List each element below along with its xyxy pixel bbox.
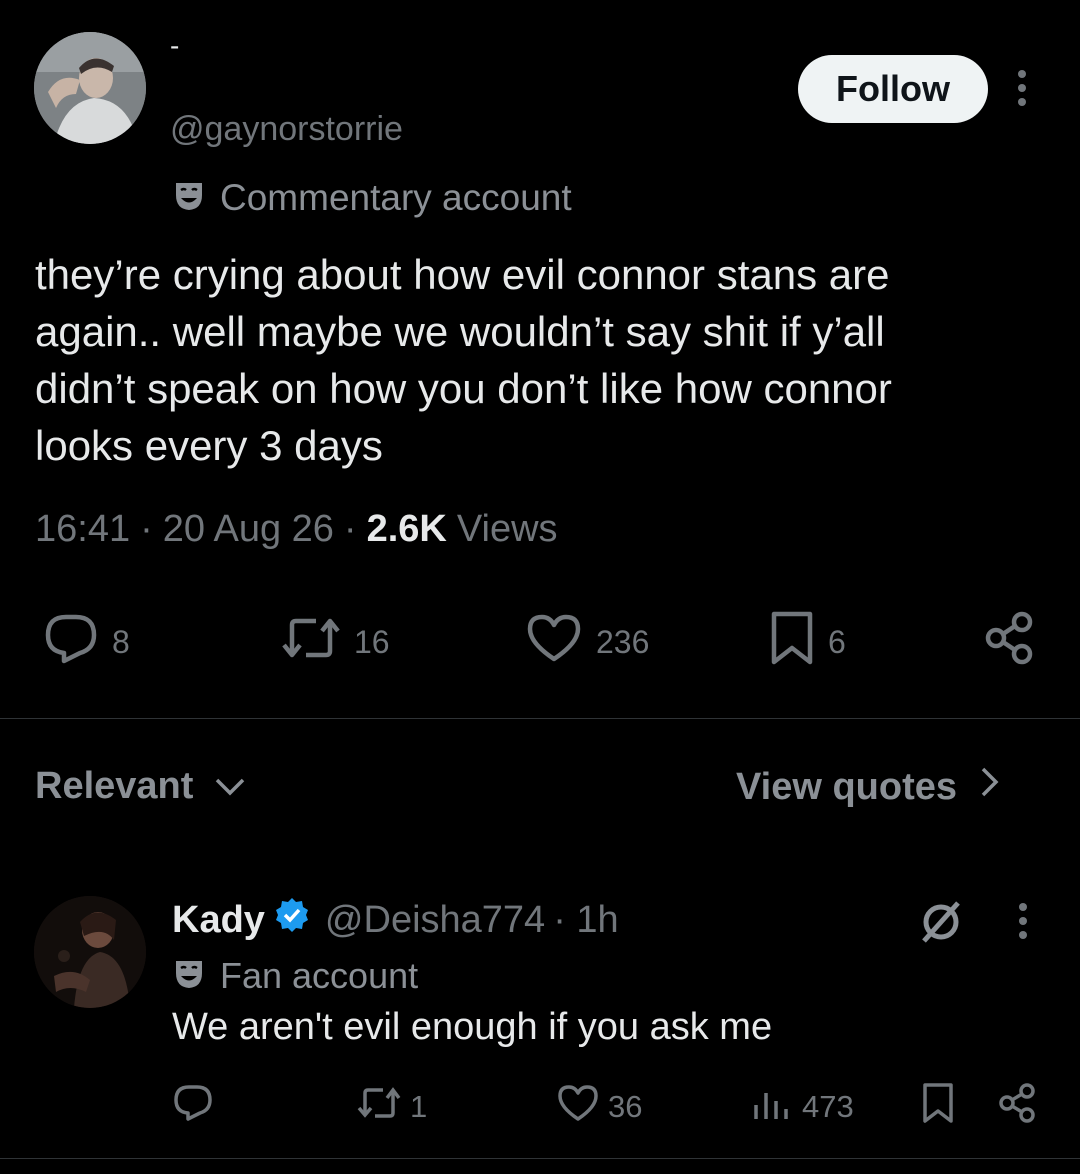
like-button[interactable]: 236	[524, 612, 649, 672]
like-icon	[524, 611, 584, 673]
account-label[interactable]: Commentary account	[172, 176, 572, 220]
repost-icon	[356, 1084, 402, 1130]
separator: ·	[343, 508, 357, 550]
verified-icon[interactable]	[273, 896, 311, 944]
sort-label: Relevant	[35, 765, 194, 807]
mask-icon	[172, 179, 206, 218]
reply-views-count: 473	[802, 1089, 854, 1124]
tweet-text-line: didn’t speak on how you don’t like how c…	[35, 365, 892, 412]
repost-count: 16	[354, 623, 390, 660]
share-button[interactable]	[982, 610, 1038, 674]
more-icon[interactable]	[1010, 900, 1036, 942]
separator: ·	[140, 508, 153, 550]
reply-text: We aren't evil enough if you ask me	[172, 1006, 773, 1048]
reply-handle[interactable]: @Deisha774	[325, 899, 545, 942]
like-count: 236	[596, 623, 650, 660]
reply-like-count: 36	[608, 1089, 643, 1124]
reply-account-label-text: Fan account	[220, 955, 419, 996]
sort-relevant-dropdown[interactable]: Relevant	[35, 765, 247, 808]
reply-icon	[172, 1083, 214, 1131]
like-icon	[556, 1083, 600, 1131]
repost-icon	[280, 613, 342, 671]
reply-account-label[interactable]: Fan account	[172, 954, 418, 998]
reply-count: 8	[112, 623, 130, 660]
views-icon	[750, 1083, 794, 1131]
reply-repost-button[interactable]: 1	[356, 1083, 427, 1131]
share-icon	[996, 1081, 1040, 1133]
follow-button[interactable]: Follow	[798, 55, 988, 123]
reply-author-avatar[interactable]	[34, 896, 146, 1008]
tweet-text-line: they’re crying about how evil connor sta…	[35, 251, 890, 298]
chevron-right-icon	[979, 765, 1001, 809]
reply-icon	[42, 611, 100, 673]
divider	[0, 718, 1080, 719]
reply-bookmark-button[interactable]	[920, 1083, 956, 1131]
view-quotes-label: View quotes	[736, 765, 958, 808]
reply-like-button[interactable]: 36	[556, 1083, 642, 1131]
author-handle[interactable]: @gaynorstorrie	[170, 110, 403, 149]
mask-icon	[172, 957, 206, 996]
tweet-meta: 16:41 · 20 Aug 26 · 2.6K Views	[35, 508, 558, 551]
tweet-text-line: again.. well maybe we wouldn’t say shit …	[35, 308, 885, 355]
share-icon	[982, 610, 1038, 674]
tweet-text-line: looks every 3 days	[35, 422, 383, 469]
tweet-date[interactable]: 20 Aug 26	[163, 508, 334, 551]
views-count: 2.6K	[366, 508, 447, 550]
reply-time[interactable]: · 1h	[553, 899, 618, 942]
repost-button[interactable]: 16	[280, 612, 390, 672]
tweet-time[interactable]: 16:41	[35, 508, 130, 551]
view-quotes-link[interactable]: View quotes	[736, 765, 1001, 809]
reply-header: Kady @Deisha774 · 1h	[172, 896, 619, 944]
grok-icon[interactable]	[914, 895, 968, 949]
bookmark-button[interactable]: 6	[768, 610, 846, 674]
reply-repost-count: 1	[410, 1089, 428, 1124]
bookmark-count: 6	[828, 623, 846, 660]
reply-button[interactable]: 8	[42, 612, 130, 672]
reply-display-name[interactable]: Kady	[172, 899, 265, 942]
views-label: Views	[456, 508, 558, 550]
reply-reply-button[interactable]	[172, 1083, 214, 1131]
divider	[0, 1158, 1080, 1159]
tweet-text: they’re crying about how evil connor sta…	[35, 246, 1045, 474]
bookmark-icon	[768, 610, 816, 674]
author-display-name[interactable]: -	[170, 30, 179, 62]
bookmark-icon	[920, 1082, 956, 1132]
account-label-text: Commentary account	[220, 177, 572, 218]
reply-views-button[interactable]: 473	[750, 1083, 854, 1131]
chevron-down-icon	[213, 765, 247, 808]
reply-share-button[interactable]	[996, 1083, 1040, 1131]
more-icon[interactable]	[1008, 66, 1036, 110]
author-avatar[interactable]	[34, 32, 146, 144]
